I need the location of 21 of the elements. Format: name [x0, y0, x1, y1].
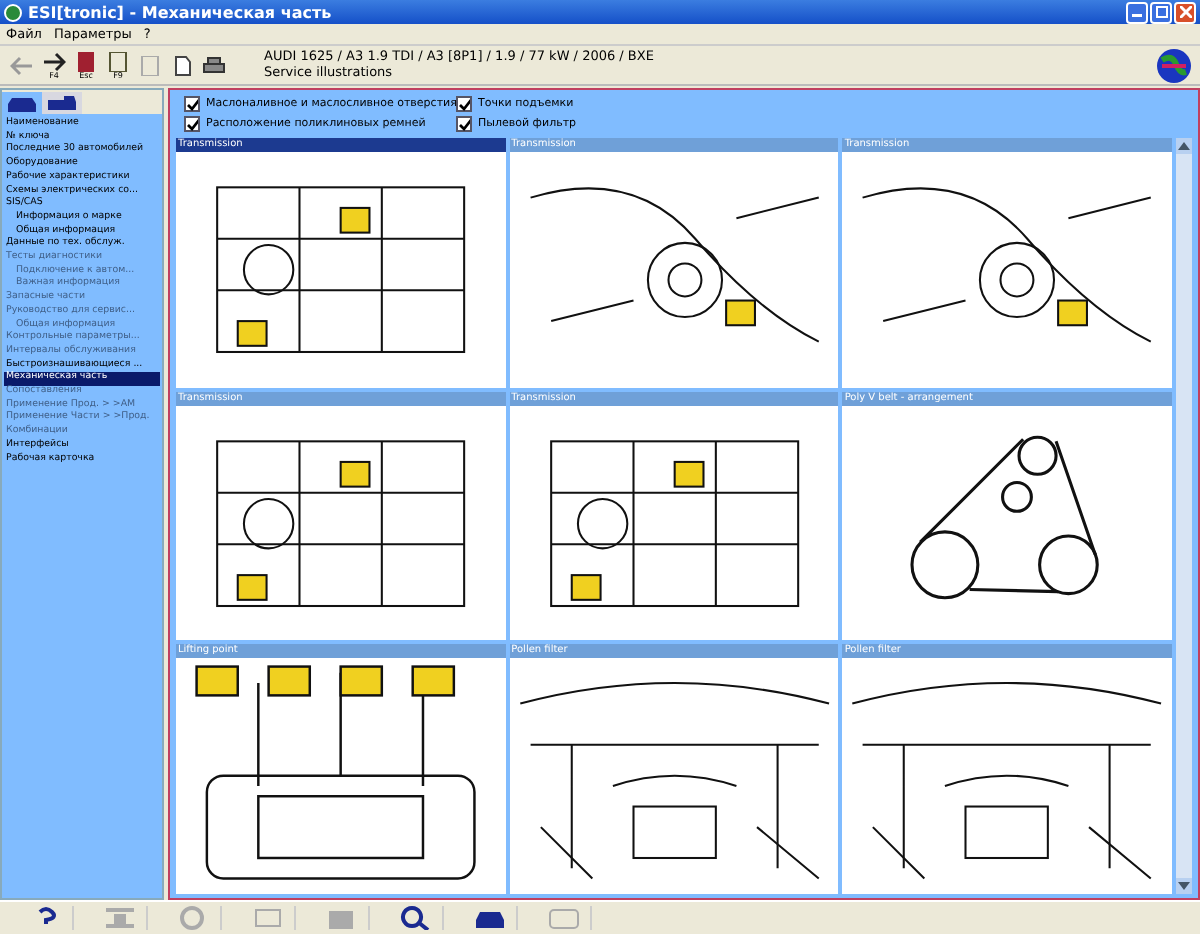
arrow-down-icon[interactable]: [1178, 882, 1190, 890]
arrow-up-icon[interactable]: [1178, 142, 1190, 150]
toolbar-button[interactable]: [200, 55, 228, 75]
sidebar-tab[interactable]: [42, 92, 82, 114]
car-icon: [474, 906, 506, 930]
checkbox[interactable]: [456, 116, 472, 132]
globe-icon: [4, 3, 22, 21]
scrollbar[interactable]: [1176, 138, 1192, 894]
screen-icon: [548, 906, 580, 930]
globe-logo-icon: [1156, 47, 1192, 83]
minimize-button[interactable]: [1126, 1, 1148, 23]
checkbox[interactable]: [184, 116, 200, 132]
zoom-icon: [400, 906, 432, 930]
close-icon: [1179, 6, 1191, 18]
maximize-icon: [1155, 6, 1167, 18]
checkbox[interactable]: [184, 96, 200, 112]
sidebar-tab[interactable]: [2, 92, 42, 114]
close-button[interactable]: [1174, 1, 1196, 23]
maximize-button[interactable]: [1150, 1, 1172, 23]
checkbox[interactable]: [456, 96, 472, 112]
window-title: ESI[tronic] - Механическая часть: [28, 3, 332, 21]
